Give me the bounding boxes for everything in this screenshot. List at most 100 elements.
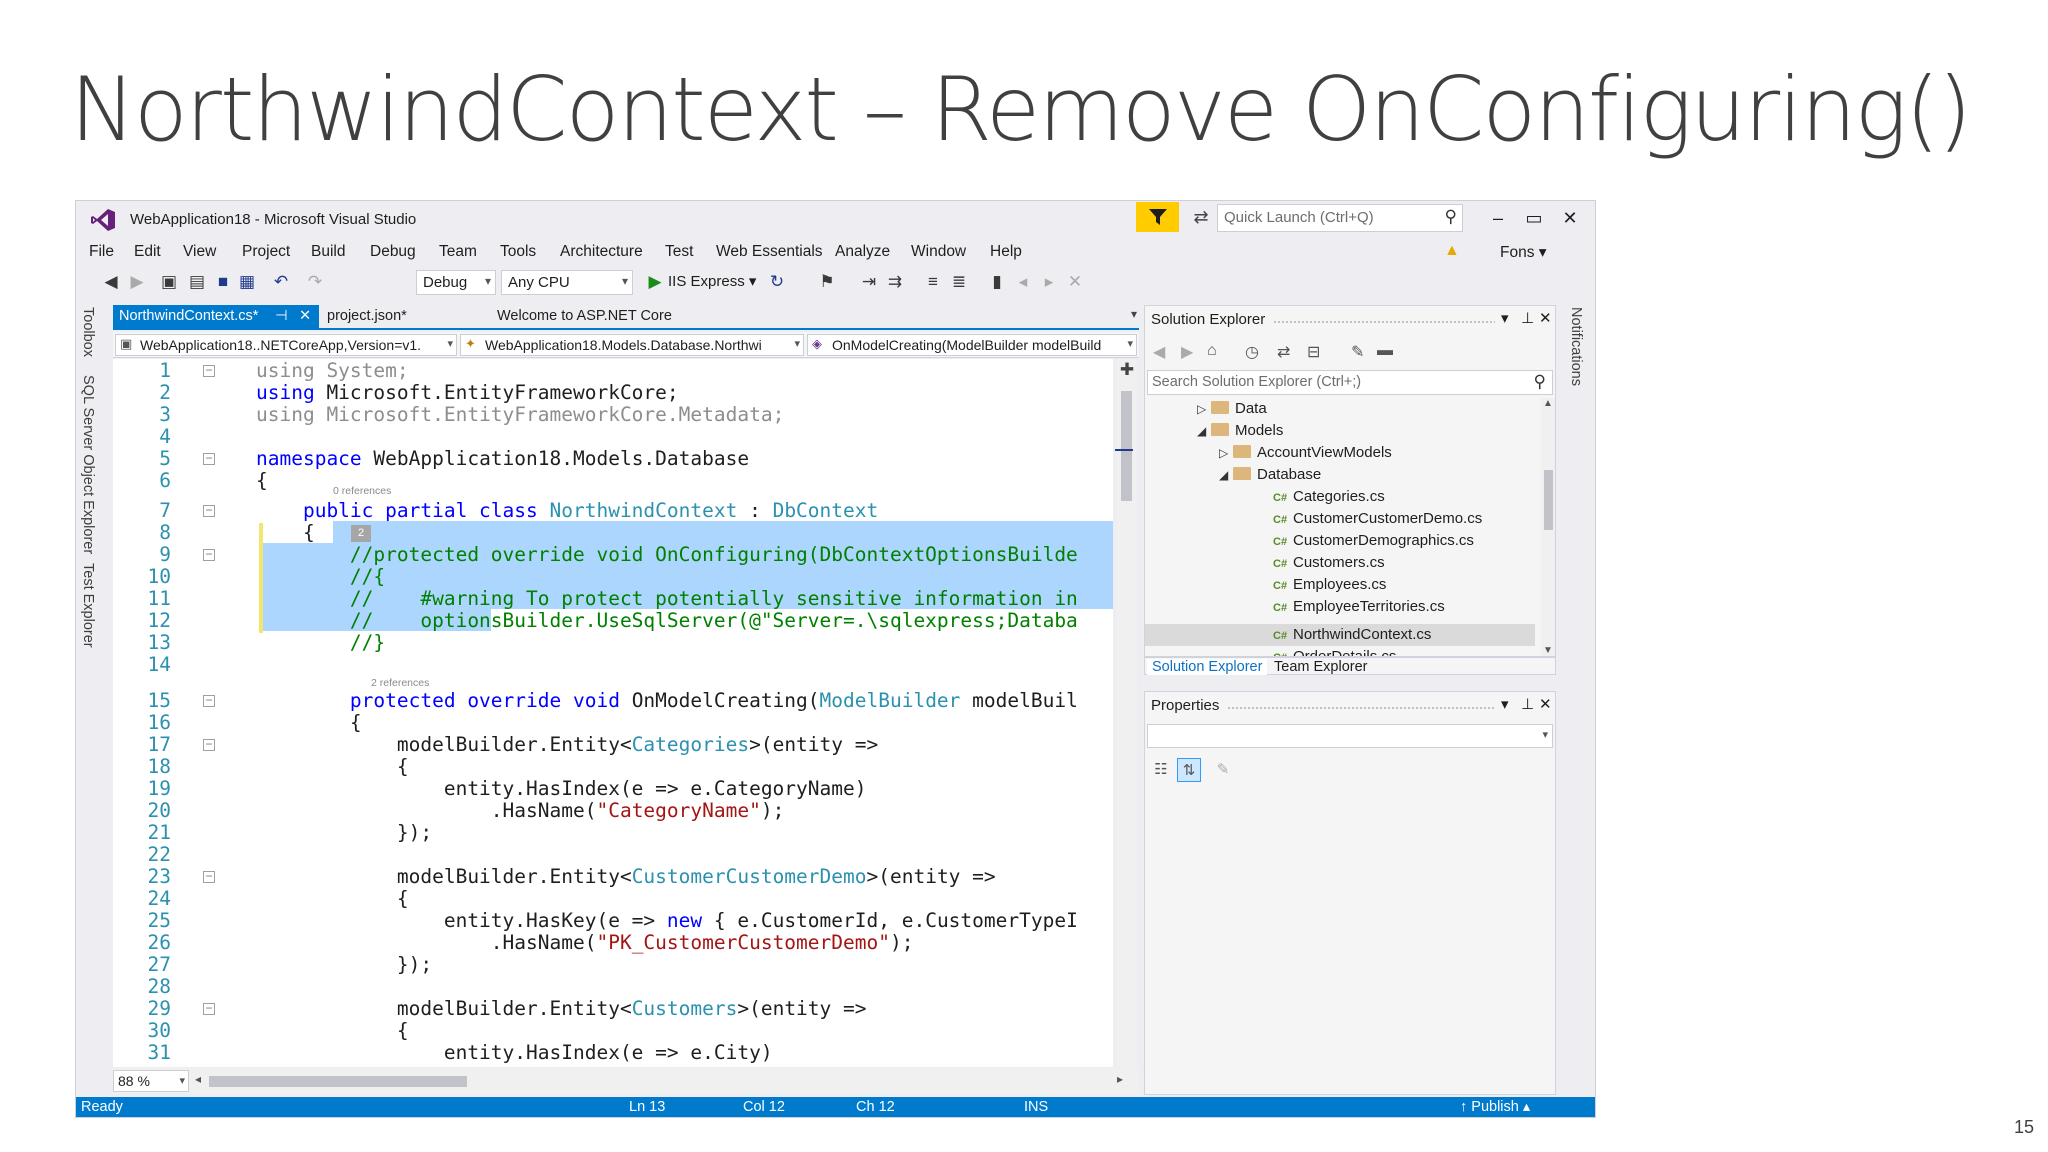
navigate-forward-icon[interactable]: ▶ (126, 272, 148, 292)
tree-item-file[interactable]: C# Employees.cs (1273, 574, 1386, 596)
notification-filter-icon[interactable] (1136, 202, 1179, 232)
tree-item-file[interactable]: C#OrderDetails.cs (1273, 646, 1396, 656)
menu-team[interactable]: Team (439, 243, 477, 261)
tab-welcome[interactable]: Welcome to ASP.NET Core (491, 305, 678, 328)
code-lens-references[interactable]: 2 references (371, 677, 429, 689)
code-lens-references[interactable]: 0 references (333, 485, 391, 497)
menu-edit[interactable]: Edit (134, 243, 161, 261)
menu-analyze[interactable]: Analyze (835, 243, 890, 261)
undo-icon[interactable]: ↶ (270, 272, 292, 292)
tab-team-explorer[interactable]: Team Explorer (1269, 659, 1372, 675)
step-over-icon[interactable]: ⇉ (884, 272, 906, 292)
sql-server-object-explorer-tab[interactable]: SQL Server Object Explorer (80, 375, 96, 554)
close-icon[interactable]: ✕ (1539, 309, 1552, 327)
tree-item-file[interactable]: C# EmployeeTerritories.cs (1273, 596, 1445, 618)
feedback-icon[interactable]: ⇄ (1188, 207, 1214, 229)
collapse-icon[interactable]: − (203, 452, 215, 465)
step-into-icon[interactable]: ⇥ (858, 272, 880, 292)
categorized-icon[interactable]: ☷ (1149, 758, 1173, 782)
run-target-button[interactable]: IIS Express ▾ (668, 272, 756, 290)
collapse-icon[interactable]: − (203, 870, 215, 883)
menu-architecture[interactable]: Architecture (560, 243, 643, 261)
vertical-scrollbar[interactable] (1117, 359, 1137, 1067)
split-window-icon[interactable]: ✚ (1117, 360, 1137, 380)
pending-changes-icon[interactable]: ◷ (1245, 342, 1259, 362)
save-icon[interactable]: ■ (212, 272, 234, 292)
tree-item-data[interactable]: ▷ Data (1197, 398, 1267, 420)
pin-icon[interactable]: ⊥ (1521, 695, 1534, 713)
previous-bookmark-icon[interactable]: ◂ (1012, 272, 1034, 292)
menu-test[interactable]: Test (665, 243, 693, 261)
scroll-right-icon[interactable]: ▸ (1117, 1072, 1123, 1086)
menu-build[interactable]: Build (311, 243, 345, 261)
menu-web-essentials[interactable]: Web Essentials (716, 243, 823, 261)
home-icon[interactable]: ⌂ (1207, 342, 1217, 360)
zoom-select[interactable]: 88 % ▾ (113, 1070, 189, 1092)
tab-project-json[interactable]: project.json* (321, 305, 413, 328)
redo-icon[interactable]: ↷ (304, 272, 326, 292)
open-file-icon[interactable]: ▤ (186, 272, 208, 292)
code-lens-badge[interactable]: 2 (351, 525, 371, 542)
scrollbar-thumb[interactable] (1121, 391, 1132, 501)
type-dropdown[interactable]: ✦ WebApplication18.Models.Database.North… (460, 334, 804, 356)
collapse-all-icon[interactable]: ⊟ (1307, 342, 1320, 362)
tree-item-database[interactable]: ◢ Database (1219, 464, 1321, 486)
solution-search-input[interactable]: Search Solution Explorer (Ctrl+;) ⚲ (1147, 370, 1553, 395)
menu-window[interactable]: Window (911, 243, 966, 261)
notifications-tab[interactable]: Notifications (1568, 307, 1584, 386)
tab-northwind-context[interactable]: NorthwindContext.cs* ⊣ ✕ (113, 305, 319, 328)
horizontal-scrollbar-thumb[interactable] (209, 1076, 467, 1087)
collapse-icon[interactable]: − (203, 694, 215, 707)
menu-file[interactable]: File (89, 243, 114, 261)
collapse-icon[interactable]: − (203, 548, 215, 561)
publish-button[interactable]: ↑ Publish ▴ (1460, 1099, 1530, 1115)
collapse-icon[interactable]: − (203, 364, 215, 377)
user-account[interactable]: Fons ▾ (1500, 243, 1547, 262)
pin-icon[interactable]: ⊥ (1521, 309, 1534, 327)
member-dropdown[interactable]: ◈ OnModelCreating(ModelBuilder modelBuil… (807, 334, 1137, 356)
close-icon[interactable]: ✕ (1539, 695, 1552, 713)
tree-item-file[interactable]: C# Categories.cs (1273, 486, 1385, 508)
tree-item-accountviewmodels[interactable]: ▷ AccountViewModels (1219, 442, 1392, 464)
back-icon[interactable]: ◀ (1153, 342, 1165, 362)
close-icon[interactable]: ✕ (299, 308, 311, 324)
configuration-select[interactable]: Debug ▾ (416, 270, 496, 295)
platform-select[interactable]: Any CPU ▾ (501, 270, 633, 295)
toolbox-tab[interactable]: Toolbox (80, 307, 96, 357)
refresh-icon[interactable]: ↻ (766, 272, 788, 292)
collapse-icon[interactable]: − (203, 504, 215, 517)
start-debugging-icon[interactable]: ▶ (644, 272, 666, 292)
warning-icon[interactable]: ▲ (1444, 242, 1460, 260)
new-project-icon[interactable]: ▣ (158, 272, 180, 292)
panel-menu-icon[interactable]: ▾ (1501, 695, 1509, 713)
outdent-icon[interactable]: ≣ (948, 272, 970, 292)
properties-wrench-icon[interactable]: ✎ (1351, 342, 1364, 362)
sync-icon[interactable]: ⇄ (1277, 342, 1290, 362)
property-pages-icon[interactable]: ✎ (1211, 758, 1235, 782)
next-bookmark-icon[interactable]: ▸ (1038, 272, 1060, 292)
menu-view[interactable]: View (183, 243, 216, 261)
forward-icon[interactable]: ▶ (1181, 342, 1193, 362)
tree-item-file[interactable]: C# CustomerCustomerDemo.cs (1273, 508, 1482, 530)
minimize-button[interactable]: – (1481, 207, 1515, 231)
test-explorer-tab[interactable]: Test Explorer (80, 563, 96, 648)
save-all-icon[interactable]: ▦ (236, 272, 258, 292)
scrollbar-thumb[interactable] (1544, 470, 1553, 530)
menu-project[interactable]: Project (242, 243, 290, 261)
tab-solution-explorer[interactable]: Solution Explorer (1147, 659, 1268, 675)
project-dropdown[interactable]: ▣ WebApplication18..NETCoreApp,Version=v… (115, 334, 457, 356)
close-button[interactable]: ✕ (1553, 207, 1587, 231)
tree-scrollbar[interactable]: ▲ ▼ (1541, 398, 1555, 656)
alphabetical-icon[interactable]: ⇅ (1177, 758, 1201, 782)
bookmark-icon[interactable]: ▮ (986, 272, 1008, 292)
panel-grip[interactable] (1273, 320, 1495, 324)
menu-debug[interactable]: Debug (370, 243, 416, 261)
scroll-left-icon[interactable]: ◂ (195, 1072, 201, 1086)
pin-icon[interactable]: ⊣ (275, 308, 288, 324)
browser-link-icon[interactable]: ⚑ (816, 272, 838, 292)
menu-tools[interactable]: Tools (500, 243, 536, 261)
collapse-icon[interactable]: − (203, 1002, 215, 1015)
tree-item-file[interactable]: C# CustomerDemographics.cs (1273, 530, 1474, 552)
tree-item-file-selected[interactable]: C# NorthwindContext.cs (1273, 624, 1431, 646)
panel-grip[interactable] (1227, 706, 1495, 710)
